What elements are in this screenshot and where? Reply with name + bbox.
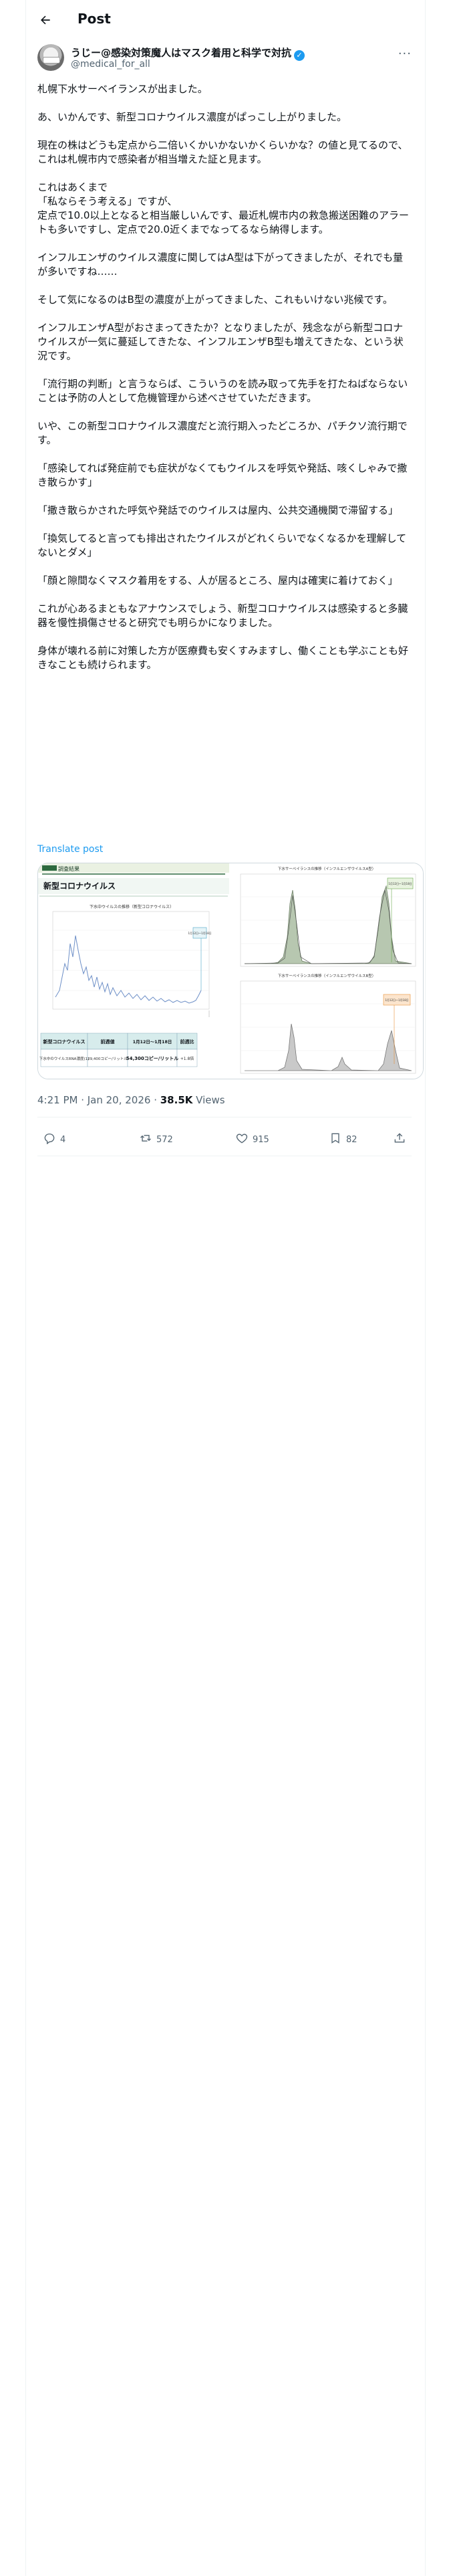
avatar[interactable] — [37, 44, 64, 71]
verified-badge-icon: ✓ — [294, 50, 305, 61]
table-header: 新型コロナウイルス — [43, 1039, 86, 1045]
table-cell: +1.8倍 — [180, 1056, 194, 1061]
author-name-text: うじー@感染対策魔人はマスク着用と科学で対抗 — [71, 47, 292, 59]
table-header: 前週比 — [180, 1039, 194, 1045]
views-label: Views — [192, 1094, 225, 1106]
post-time[interactable]: 4:21 PM · Jan 20, 2026 · — [37, 1094, 160, 1106]
post-paragraph: 身体が壊れる前に対策した方が医療費も安くすみますし、働くことも学ぶことも好きなこ… — [37, 645, 409, 671]
post-paragraph: あ、いかんです、新型コロナウイルス濃度がぱっこし上がりました。 — [37, 111, 347, 123]
media-image-influenza[interactable]: 下水サーベイランスの推移（インフルエンザウイルスA型） 1月12日〜1月18日 … — [231, 863, 423, 1079]
post-paragraph: いや、この新型コロナウイルス濃度だと流行期入ったどころか、パチクソ流行期です。 — [37, 420, 408, 446]
translate-link[interactable]: Translate post — [37, 844, 103, 855]
covid-legend-label: 1月12日〜1月18日 — [188, 932, 211, 935]
post-paragraph: 「換気してると言っても排出されたウイルスがどれくらいでなくなるかを理解してないと… — [37, 532, 407, 558]
post-paragraph: 「顔と隙間なくマスク着用をする、人が居るところ、屋内は確実に着けておく」 — [37, 574, 398, 586]
post-paragraph: 「流行期の判断」と言うならば、こういうのを読み取って先手を打たねばならないことは… — [37, 378, 408, 404]
like-button[interactable]: 915 — [235, 1132, 269, 1148]
post-timestamp: 4:21 PM · Jan 20, 2026 · 38.5K Views — [37, 1094, 225, 1106]
bookmark-icon — [329, 1132, 342, 1148]
share-button[interactable] — [393, 1132, 406, 1148]
slide-heading: 新型コロナウイルス — [43, 881, 116, 891]
page-title: Post — [78, 11, 111, 27]
media-image-covid[interactable]: 調査結果 新型コロナウイルス 下水中ウイルスの推移（新型コロナウイルス） 1月1… — [38, 863, 231, 1079]
back-arrow-icon[interactable] — [37, 12, 53, 28]
post-paragraph: インフルエンザのウイルス濃度に関してはA型は下がってきましたが、それでも量が多い… — [37, 251, 404, 278]
covid-chart-title: 下水中ウイルスの推移（新型コロナウイルス） — [90, 904, 174, 909]
table-header: 前週値 — [101, 1039, 115, 1045]
table-cell: 下水中のウイルスRNA濃度(1) — [39, 1056, 90, 1061]
flu-a-legend-label: 1月12日〜1月18日 — [388, 882, 412, 885]
views-count: 38.5K — [160, 1094, 193, 1106]
influenza-slide-graphic: 下水サーベイランスの推移（インフルエンザウイルスA型） 1月12日〜1月18日 … — [240, 866, 416, 1074]
bookmark-button[interactable]: 82 — [329, 1132, 357, 1148]
post-paragraph: 現在の株はどうも定点から二倍いくかいかないかくらいかな？の値と見てるので、これは… — [37, 139, 408, 165]
flu-b-chart-title: 下水サーベイランスの推移（インフルエンザウイルスB型） — [278, 973, 376, 978]
post-paragraph: 「感染してれば発症前でも症状がなくてもウイルスを呼気や発話、咳くしゃみで撒き散ら… — [37, 462, 408, 488]
post-paragraph: 札幌下水サーベイランスが出ました。 — [37, 83, 208, 95]
bookmark-count: 82 — [346, 1134, 357, 1145]
post-paragraph: インフルエンザA型がおさまってきたか？となりましたが、残念ながら新型コロナウイル… — [37, 322, 404, 362]
reply-count: 4 — [60, 1134, 66, 1145]
more-options-icon[interactable]: ··· — [398, 47, 412, 61]
repost-icon — [139, 1132, 152, 1148]
post-header: Post — [25, 0, 426, 40]
slide-banner: 調査結果 — [58, 865, 80, 872]
table-cell: 29,400コピー/リットル — [88, 1057, 128, 1061]
author-handle[interactable]: @medical_for_all — [71, 59, 150, 70]
repost-count: 572 — [156, 1134, 173, 1145]
reply-icon — [43, 1132, 56, 1148]
flu-b-legend-label: 1月12日〜1月18日 — [385, 998, 408, 1002]
action-bar: 4 572 915 82 — [37, 1126, 412, 1153]
heart-icon — [235, 1132, 249, 1148]
table-header: 1月12日〜1月18日 — [133, 1039, 172, 1045]
like-count: 915 — [253, 1134, 269, 1145]
post-paragraph: 「撒き散らかされた呼気や発話でのウイルスは屋内、公共交通機関で滞留する」 — [37, 504, 399, 516]
post-body: 札幌下水サーベイランスが出ました。 あ、いかんです、新型コロナウイルス濃度がぱっ… — [37, 82, 412, 686]
flu-a-chart-title: 下水サーベイランスの推移（インフルエンザウイルスA型） — [278, 866, 376, 871]
covid-slide-graphic: 調査結果 新型コロナウイルス 下水中ウイルスの推移（新型コロナウイルス） 1月1… — [38, 863, 229, 1067]
share-icon — [393, 1132, 406, 1148]
post-paragraph: そして気になるのはB型の濃度が上がってきました、これもいけない兆候です。 — [37, 294, 393, 306]
reply-button[interactable]: 4 — [43, 1132, 65, 1148]
table-cell: 54,300コピー/リットル — [126, 1055, 179, 1061]
post-paragraph: これはあくまで 「私ならそう考える」ですが、 定点で10.0以上となると相当厳し… — [37, 181, 410, 235]
author-block: うじー@感染対策魔人はマスク着用と科学で対抗 ✓ @medical_for_all… — [37, 44, 412, 74]
repost-button[interactable]: 572 — [139, 1132, 173, 1148]
media-grid: 調査結果 新型コロナウイルス 下水中ウイルスの推移（新型コロナウイルス） 1月1… — [37, 863, 424, 1079]
post-paragraph: これが心あるまともなアナウンスでしょう、新型コロナウイルスは感染すると多臓器を慢… — [37, 603, 408, 629]
